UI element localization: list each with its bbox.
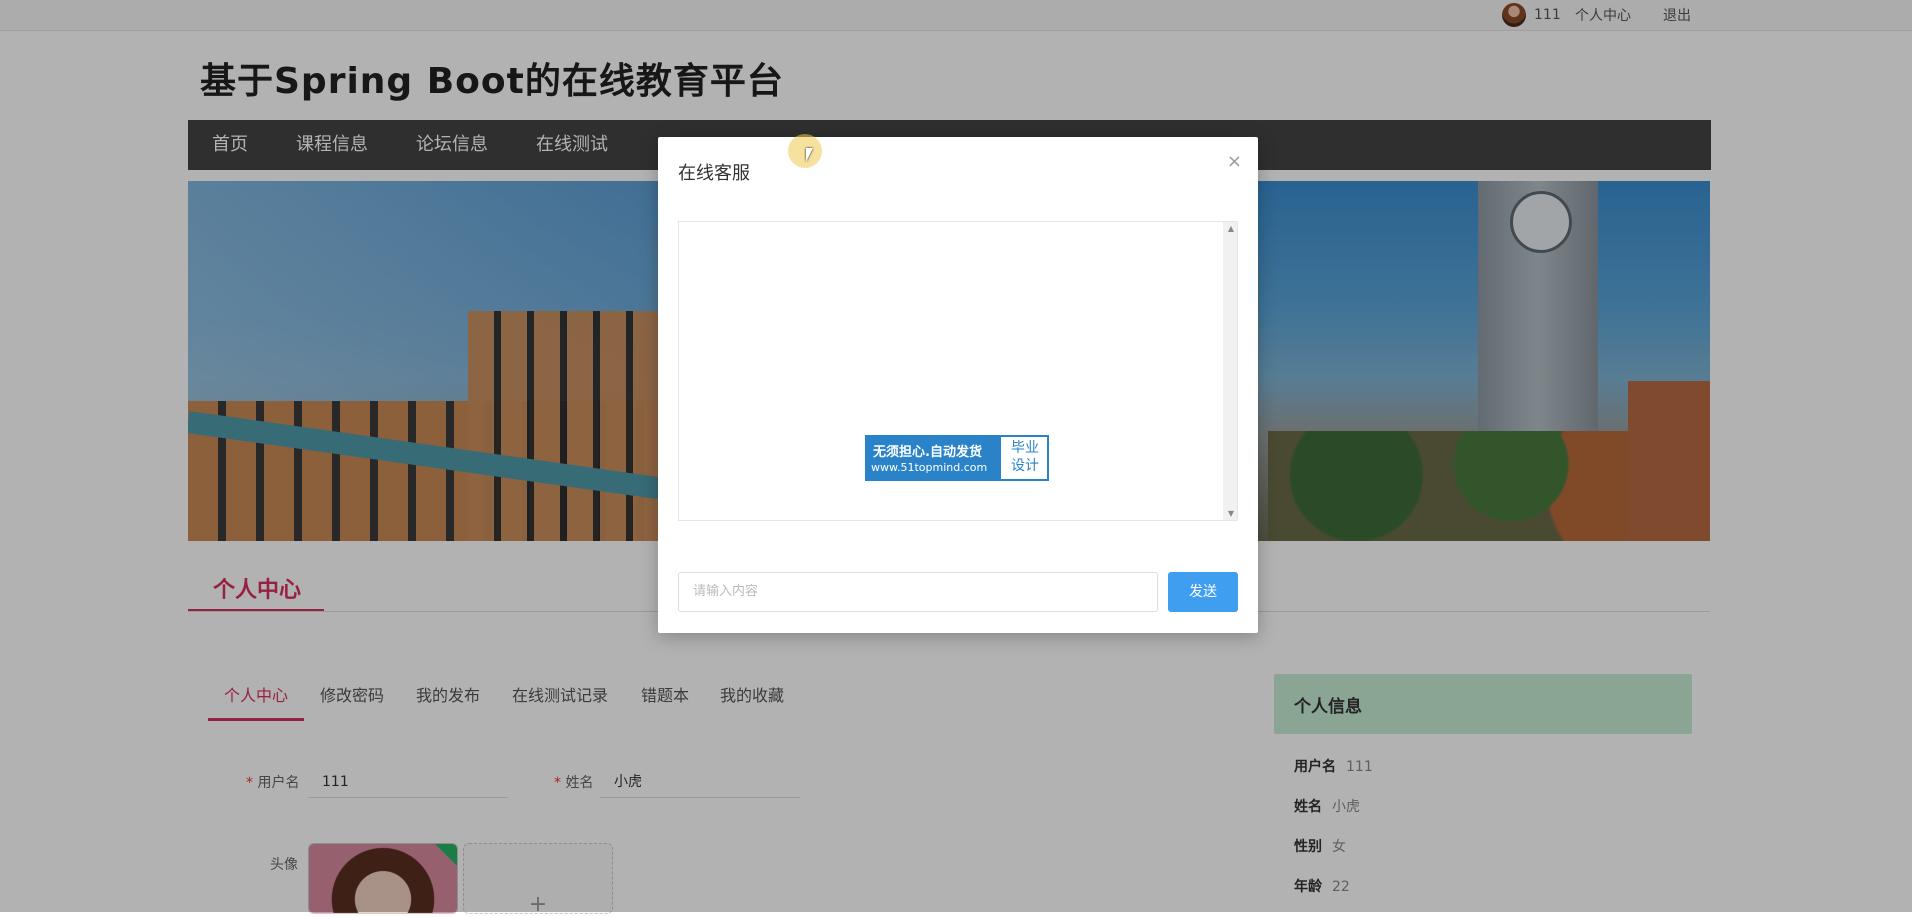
- dialog-title: 在线客服: [678, 163, 750, 184]
- mouse-cursor-icon: [806, 148, 813, 162]
- message-input[interactable]: 请输入内容: [678, 572, 1158, 612]
- watermark-line2: www.51topmind.com: [871, 461, 988, 474]
- watermark-line1: 无须担心.自动发货: [873, 445, 982, 460]
- watermark-right: 毕业设计: [1011, 440, 1039, 474]
- customer-service-dialog: 在线客服 × ▲ ▼ 无须担心.自动发货 www.51topmind.com 毕…: [658, 137, 1258, 633]
- cursor-highlight: [788, 134, 822, 168]
- scroll-up-icon[interactable]: ▲: [1228, 224, 1234, 233]
- send-button[interactable]: 发送: [1168, 572, 1238, 612]
- watermark-left: 无须担心.自动发货 www.51topmind.com: [867, 437, 1001, 479]
- watermark-logo: 无须担心.自动发货 www.51topmind.com 毕业设计: [865, 435, 1049, 481]
- chat-scrollbar[interactable]: ▲ ▼: [1223, 222, 1237, 520]
- chat-message-area[interactable]: ▲ ▼ 无须担心.自动发货 www.51topmind.com 毕业设计: [678, 221, 1238, 521]
- close-icon[interactable]: ×: [1227, 151, 1242, 172]
- scroll-down-icon[interactable]: ▼: [1228, 509, 1234, 518]
